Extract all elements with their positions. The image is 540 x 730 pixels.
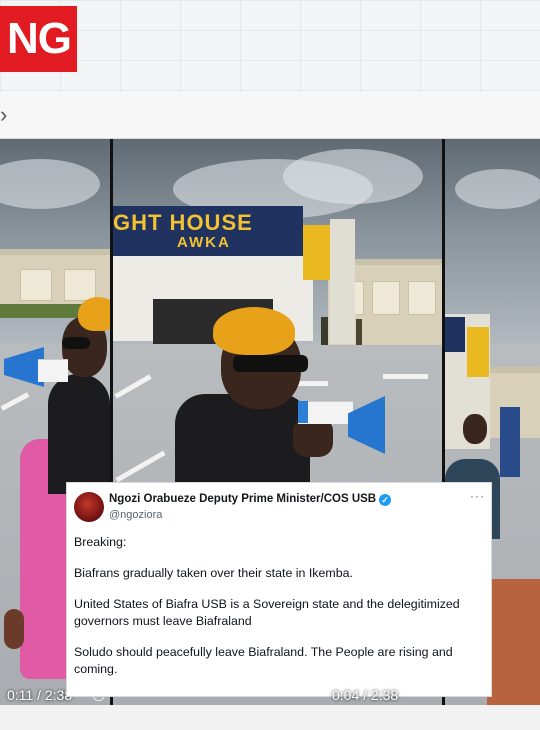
beret [78, 297, 110, 331]
page-backdrop [0, 0, 540, 92]
tweet-handle[interactable]: @ngoziora [109, 509, 162, 521]
gate-sign-line1: GHT HOUSE [113, 210, 253, 235]
guard [321, 317, 328, 345]
gate-emblem-panel [467, 327, 489, 377]
window [408, 281, 436, 315]
gate-emblem-panel [303, 225, 330, 280]
more-icon[interactable]: ··· [470, 489, 485, 503]
window [20, 269, 52, 301]
avatar[interactable] [74, 492, 104, 522]
person-head [463, 414, 487, 444]
gate-sign: GHT HOUSE AWKA [113, 206, 303, 256]
person-black-shirt [48, 374, 110, 494]
bottom-bar [0, 705, 540, 730]
gate-pillar [330, 219, 355, 344]
verified-badge-icon: ✓ [379, 494, 392, 506]
sunglasses [233, 355, 308, 372]
tweet-body: Breaking: Biafrans gradually taken over … [74, 534, 484, 692]
road-marking [383, 374, 428, 379]
browser-toolbar: › [0, 92, 540, 139]
tweet-paragraph: United States of Biafra USB is a Soverei… [74, 597, 460, 628]
video-time-left: 0:11 / 2:38 [7, 687, 73, 703]
bystander [500, 407, 520, 477]
gate-sign-line2: AWKA [177, 234, 231, 251]
guard [356, 319, 362, 345]
tweet-author-name[interactable]: Ngozi Orabueze Deputy Prime Minister/COS… [109, 493, 376, 505]
window [372, 281, 400, 315]
gate-sign [445, 317, 465, 352]
cloud [455, 169, 540, 209]
tweet-paragraph: Soludo should peacefully leave Biafralan… [74, 645, 453, 676]
video-time-right-overlay: 0:04 / 2:38 [332, 687, 399, 703]
hand [4, 609, 24, 649]
megaphone [38, 359, 68, 382]
tweet-card[interactable]: Ngozi Orabueze Deputy Prime Minister/COS… [66, 482, 492, 697]
brand-logo: NG [0, 6, 77, 72]
sunglasses [62, 337, 90, 349]
tweet-paragraph: Breaking: [74, 535, 127, 549]
chevron-right-icon[interactable]: › [0, 100, 14, 130]
beret [213, 307, 295, 355]
cloud [283, 149, 423, 204]
dirt-patch [487, 579, 540, 705]
window [64, 269, 96, 301]
tweet-author[interactable]: Ngozi Orabueze Deputy Prime Minister/COS… [109, 493, 392, 506]
tweet-paragraph: Biafrans gradually taken over their stat… [74, 566, 353, 580]
megaphone-band [298, 401, 308, 423]
